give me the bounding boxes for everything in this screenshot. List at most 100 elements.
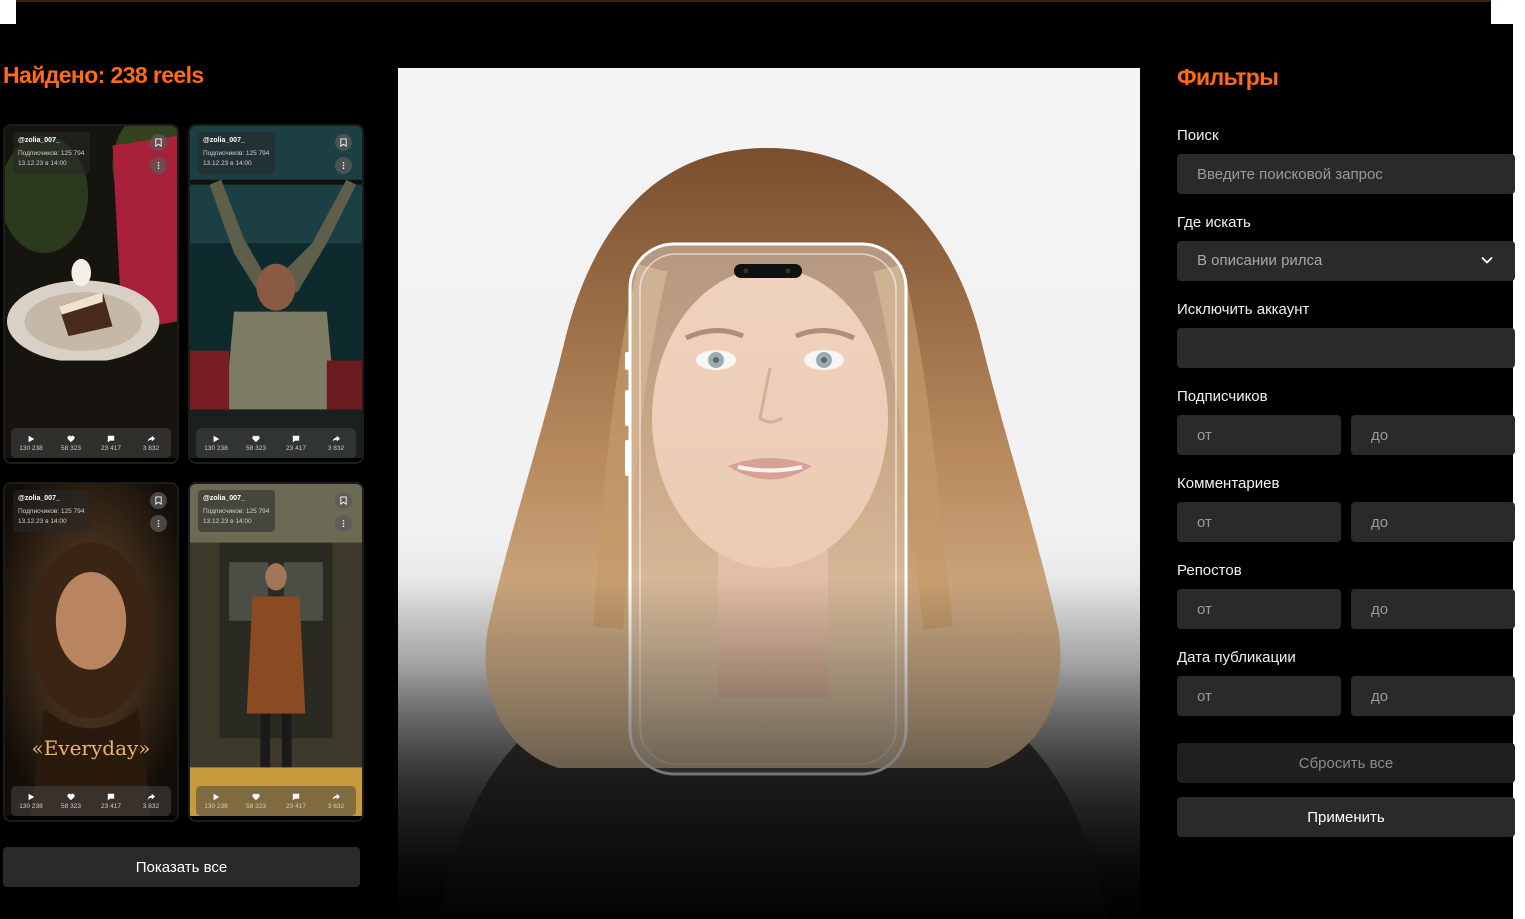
comments-count: 23 417 [286, 802, 306, 810]
plays-stat: 130 238 [197, 793, 235, 810]
heart-icon [67, 435, 75, 442]
reposts-from-input[interactable] [1177, 589, 1341, 629]
reel-stats: 130 238 58 323 23 417 3 832 [196, 786, 356, 816]
likes-count: 58 323 [61, 802, 81, 810]
likes-count: 58 323 [246, 444, 266, 452]
shares-stat: 3 832 [132, 435, 170, 452]
plays-stat: 130 238 [197, 435, 235, 452]
reel-handle: @zolia_007_ [203, 137, 245, 144]
shares-count: 3 832 [142, 444, 160, 452]
share-icon [147, 793, 155, 800]
reposts-to-input[interactable] [1351, 589, 1515, 629]
more-button[interactable] [335, 515, 352, 532]
reel-info: @zolia_007_ Подписчиков: 125 794 13.12.2… [198, 132, 276, 174]
reel-card[interactable]: @zolia_007_ Подписчиков: 125 794 13.12.2… [188, 482, 364, 822]
bookmark-button[interactable] [335, 134, 352, 151]
likes-count: 58 323 [61, 444, 81, 452]
date-to-input[interactable] [1351, 676, 1515, 716]
reel-card[interactable]: @zolia_007_ Подписчиков: 125 794 13.12.2… [3, 124, 179, 464]
exclude-account-input[interactable] [1177, 328, 1515, 368]
exclude-account-label: Исключить аккаунт [1177, 301, 1310, 318]
bookmark-button[interactable] [150, 134, 167, 151]
subscribers-label: Подписчиков [1177, 388, 1268, 405]
more-vertical-icon [157, 161, 160, 170]
reel-date: 13.12.23 в 14:00 [18, 518, 67, 525]
publish-date-label: Дата публикации [1177, 649, 1296, 666]
reel-stats: 130 238 58 323 23 417 3 832 [11, 786, 171, 816]
reel-subscribers: Подписчиков: 125 794 [203, 508, 270, 515]
comment-icon [292, 793, 300, 800]
search-input[interactable] [1177, 154, 1515, 194]
bookmark-icon [155, 496, 162, 505]
reel-handle: @zolia_007_ [18, 137, 60, 144]
plays-count: 130 238 [204, 444, 228, 452]
show-all-button[interactable]: Показать все [3, 847, 360, 887]
more-button[interactable] [335, 157, 352, 174]
reel-handle: @zolia_007_ [18, 495, 60, 502]
reel-card[interactable]: «Everyday» @zolia_007_ Подписчиков: 125 … [3, 482, 179, 822]
comments-stat: 23 417 [277, 435, 315, 452]
where-select-value: В описании рилса [1197, 252, 1323, 269]
subscribers-to-input[interactable] [1351, 415, 1515, 455]
likes-stat: 58 323 [237, 435, 275, 452]
reel-thumbnail [5, 484, 177, 817]
reel-thumbnail [190, 484, 362, 817]
bookmark-button[interactable] [150, 492, 167, 509]
comments-stat: 23 417 [92, 793, 130, 810]
comments-count: 23 417 [101, 802, 121, 810]
share-icon [147, 435, 155, 442]
play-icon [28, 435, 35, 442]
hero-image [398, 68, 1140, 919]
results-count-title: Найдено: 238 reels [3, 62, 204, 88]
comments-stat: 23 417 [277, 793, 315, 810]
bookmark-icon [340, 496, 347, 505]
more-button[interactable] [150, 157, 167, 174]
more-vertical-icon [342, 519, 345, 528]
plays-count: 130 238 [19, 802, 43, 810]
comments-stat: 23 417 [92, 435, 130, 452]
shares-count: 3 832 [142, 802, 160, 810]
plays-stat: 130 238 [12, 793, 50, 810]
reel-thumbnail [5, 126, 177, 459]
reel-date: 13.12.23 в 14:00 [203, 518, 252, 525]
likes-stat: 58 323 [237, 793, 275, 810]
date-from-input[interactable] [1177, 676, 1341, 716]
reel-info: @zolia_007_ Подписчиков: 125 794 13.12.2… [13, 490, 91, 532]
reel-overlay-text: «Everyday» [31, 736, 151, 760]
bookmark-button[interactable] [335, 492, 352, 509]
where-select[interactable]: В описании рилса [1177, 241, 1515, 281]
likes-count: 58 323 [246, 802, 266, 810]
reposts-label: Репостов [1177, 562, 1242, 579]
comment-icon [107, 435, 115, 442]
chevron-down-icon [1481, 257, 1493, 264]
likes-stat: 58 323 [52, 793, 90, 810]
bookmark-icon [340, 138, 347, 147]
reel-info: @zolia_007_ Подписчиков: 125 794 13.12.2… [13, 132, 91, 174]
heart-icon [252, 793, 260, 800]
play-icon [213, 435, 220, 442]
subscribers-from-input[interactable] [1177, 415, 1341, 455]
reset-all-button[interactable]: Сбросить все [1177, 743, 1515, 783]
apply-button[interactable]: Применить [1177, 797, 1515, 837]
reel-stats: 130 238 58 323 23 417 3 832 [11, 428, 171, 458]
plays-stat: 130 238 [12, 435, 50, 452]
share-icon [332, 435, 340, 442]
comments-to-input[interactable] [1351, 502, 1515, 542]
plays-count: 130 238 [19, 444, 43, 452]
reel-date: 13.12.23 в 14:00 [18, 160, 67, 167]
comments-from-input[interactable] [1177, 502, 1341, 542]
reel-subscribers: Подписчиков: 125 794 [18, 150, 85, 157]
shares-stat: 3 832 [317, 793, 355, 810]
more-button[interactable] [150, 515, 167, 532]
bookmark-icon [155, 138, 162, 147]
play-icon [213, 793, 220, 800]
heart-icon [67, 793, 75, 800]
search-label: Поиск [1177, 127, 1219, 144]
hero-portrait [398, 68, 1140, 919]
heart-icon [252, 435, 260, 442]
reel-date: 13.12.23 в 14:00 [203, 160, 252, 167]
comment-icon [292, 435, 300, 442]
reel-card[interactable]: @zolia_007_ Подписчиков: 125 794 13.12.2… [188, 124, 364, 464]
comments-count: 23 417 [286, 444, 306, 452]
reel-subscribers: Подписчиков: 125 794 [18, 508, 85, 515]
